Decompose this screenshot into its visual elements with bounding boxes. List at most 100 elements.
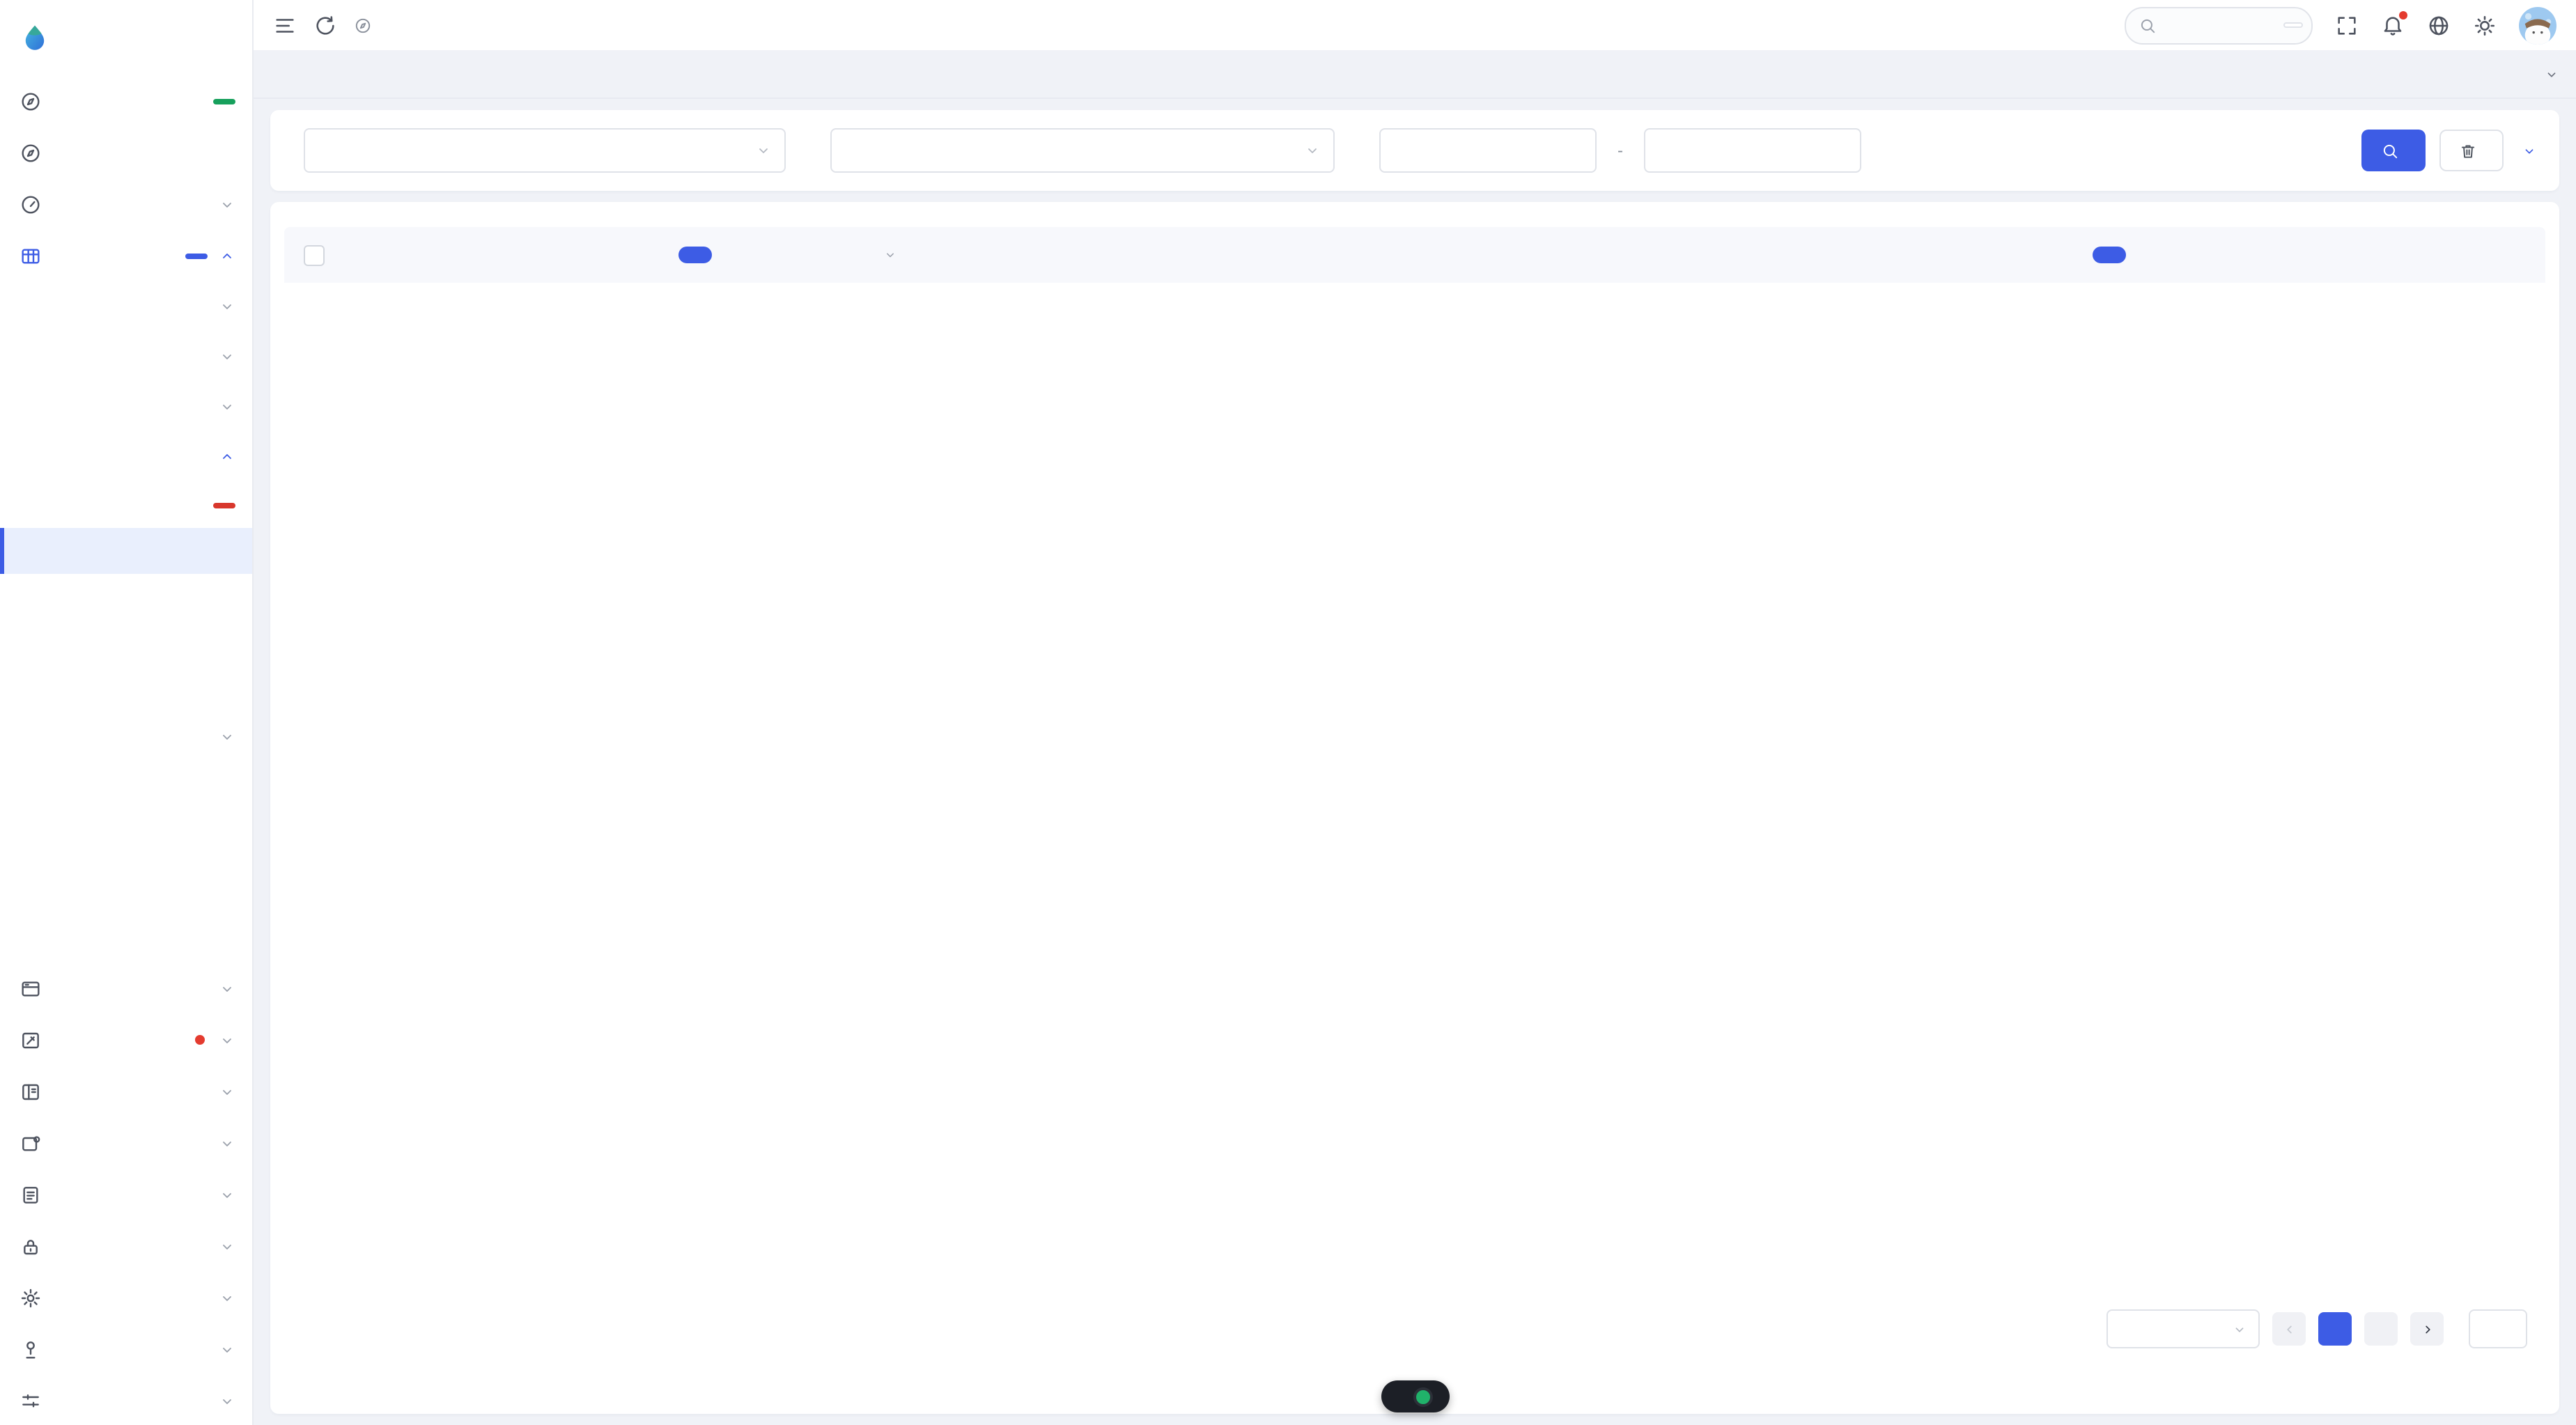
chevron-down-icon xyxy=(883,248,897,262)
menu-page-icon xyxy=(20,977,42,999)
tabs-bar xyxy=(254,50,2576,99)
sidebar-item-27[interactable] xyxy=(0,1375,252,1425)
chevron-down-icon xyxy=(219,1135,235,1151)
next-page-button[interactable] xyxy=(2410,1312,2444,1346)
chevron-down-icon xyxy=(2544,66,2559,81)
breadcrumb-item[interactable] xyxy=(354,16,378,34)
chevron-down-icon xyxy=(219,1238,235,1254)
menu-gauge-icon xyxy=(20,193,42,215)
menu-editor-icon xyxy=(20,1029,42,1051)
app-logo[interactable] xyxy=(0,0,252,75)
sidebar-item-24[interactable] xyxy=(0,1220,252,1272)
sidebar-item-23[interactable] xyxy=(0,1169,252,1220)
chevron-down-icon xyxy=(219,1031,235,1048)
refresh-page-icon[interactable] xyxy=(313,13,337,37)
menu-gear-icon xyxy=(20,1286,42,1309)
search-shortcut-badge xyxy=(2283,22,2303,28)
column-header-gender[interactable] xyxy=(784,248,991,262)
menu-badge xyxy=(185,253,208,258)
collapse-menu-icon[interactable] xyxy=(273,13,297,37)
select-all-checkbox[interactable] xyxy=(304,244,325,265)
column-header-name[interactable] xyxy=(678,247,711,263)
menu-table2-icon xyxy=(20,1132,42,1154)
table-header-row xyxy=(284,227,2545,283)
sidebar-item-8[interactable] xyxy=(0,432,252,482)
sidebar-menu xyxy=(0,75,252,1425)
sidebar-item-10[interactable] xyxy=(0,528,252,574)
page-button-2[interactable] xyxy=(2364,1312,2398,1346)
chevron-down-icon xyxy=(219,980,235,997)
expand-filters-link[interactable] xyxy=(2517,143,2537,158)
sidebar xyxy=(0,0,254,1425)
sidebar-item-21[interactable] xyxy=(0,1066,252,1117)
devtools-green-dot-icon xyxy=(1413,1387,1433,1406)
prev-page-button[interactable] xyxy=(2272,1312,2306,1346)
page-size-select[interactable] xyxy=(2106,1309,2260,1348)
sidebar-item-18[interactable] xyxy=(0,912,252,963)
menu-badge xyxy=(213,502,235,508)
theme-sun-icon[interactable] xyxy=(2473,13,2497,37)
sidebar-item-3[interactable] xyxy=(0,178,252,230)
sidebar-item-6[interactable] xyxy=(0,332,252,382)
tabs-more-button[interactable] xyxy=(2540,66,2559,81)
sidebar-item-19[interactable] xyxy=(0,963,252,1014)
sidebar-item-16[interactable] xyxy=(0,812,252,862)
chevron-down-icon xyxy=(1304,142,1321,159)
chevron-down-icon xyxy=(219,398,235,415)
notifications-button[interactable] xyxy=(2381,13,2405,37)
chevron-down-icon xyxy=(219,1392,235,1409)
column-header-created[interactable] xyxy=(2093,247,2126,263)
sidebar-item-9[interactable] xyxy=(0,482,252,528)
menu-doc-icon xyxy=(20,1183,42,1206)
sidebar-item-7[interactable] xyxy=(0,382,252,432)
username-select[interactable] xyxy=(304,128,786,173)
sidebar-item-13[interactable] xyxy=(0,666,252,712)
chevron-down-icon xyxy=(219,729,235,745)
devtools-pill[interactable] xyxy=(1381,1380,1449,1412)
chevron-down-icon xyxy=(219,1186,235,1203)
table-body xyxy=(284,283,2545,1300)
header-actions xyxy=(2125,6,2556,44)
sidebar-item-4[interactable] xyxy=(0,230,252,281)
chevron-down-icon xyxy=(219,196,235,212)
breadcrumb xyxy=(354,16,386,34)
menu-tpl-icon xyxy=(20,1080,42,1103)
table-card xyxy=(270,202,2559,1414)
sidebar-item-22[interactable] xyxy=(0,1117,252,1169)
chevron-down-icon xyxy=(755,142,772,159)
sidebar-item-1[interactable] xyxy=(0,75,252,127)
menu-nested-icon xyxy=(20,1389,42,1412)
sidebar-item-26[interactable] xyxy=(0,1323,252,1375)
user-avatar[interactable] xyxy=(2519,6,2556,44)
chevron-down-icon xyxy=(219,1289,235,1306)
global-search[interactable] xyxy=(2125,6,2313,44)
page-content: - xyxy=(254,99,2576,1425)
sidebar-item-15[interactable] xyxy=(0,762,252,812)
goto-page-input[interactable] xyxy=(2469,1309,2527,1348)
sidebar-item-17[interactable] xyxy=(0,862,252,912)
sidebar-item-11[interactable] xyxy=(0,574,252,620)
logo-icon xyxy=(20,22,50,53)
chevron-up-icon xyxy=(219,247,235,264)
menu-lock-icon xyxy=(20,1235,42,1257)
gender-select[interactable] xyxy=(830,128,1335,173)
red-dot-icon xyxy=(195,1035,205,1045)
page-button-1[interactable] xyxy=(2318,1312,2352,1346)
top-header xyxy=(254,0,2576,50)
chevron-down-icon xyxy=(219,298,235,315)
chevron-down-icon xyxy=(2232,1321,2247,1337)
sidebar-item-25[interactable] xyxy=(0,1272,252,1323)
sidebar-item-5[interactable] xyxy=(0,281,252,332)
sidebar-item-20[interactable] xyxy=(0,1014,252,1066)
sidebar-item-12[interactable] xyxy=(0,620,252,666)
pagination-bar xyxy=(284,1300,2545,1358)
age-max-input[interactable] xyxy=(1644,128,1861,173)
sidebar-item-2[interactable] xyxy=(0,127,252,178)
sidebar-item-14[interactable] xyxy=(0,712,252,762)
search-button[interactable] xyxy=(2361,130,2426,171)
fullscreen-icon[interactable] xyxy=(2335,13,2359,37)
language-globe-icon[interactable] xyxy=(2427,13,2451,37)
age-min-input[interactable] xyxy=(1379,128,1597,173)
reset-button[interactable] xyxy=(2439,130,2504,171)
menu-compass-icon xyxy=(20,141,42,164)
